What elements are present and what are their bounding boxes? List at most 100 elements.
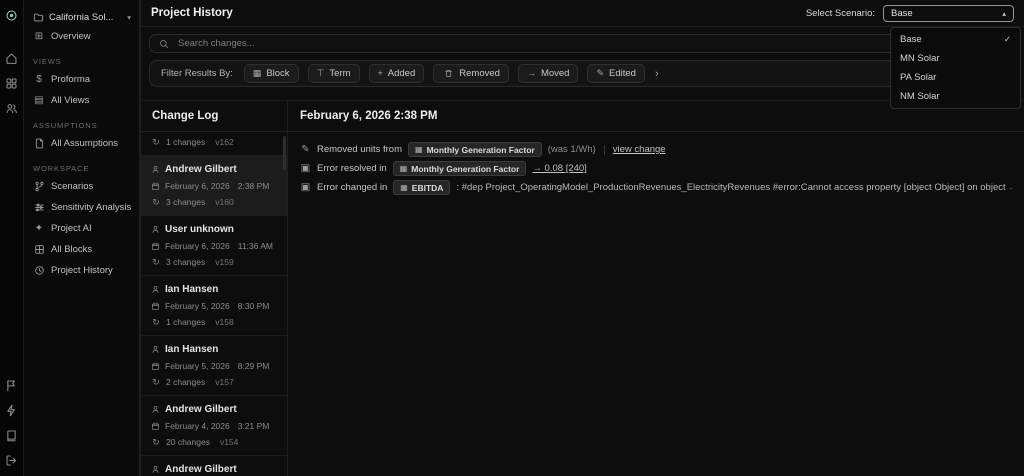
assistant-icon[interactable] [5,403,19,417]
scenario-option-mn-solar[interactable]: MN Solar [891,49,1020,68]
filter-edited-button[interactable]: ✎ Edited [587,64,645,83]
branch-icon [33,181,45,192]
scenario-dropdown: Base ✓ MN Solar PA Solar NM Solar [890,27,1021,109]
changelog-entry[interactable]: Ian Hansen February 5, 2026 8:29 PM ↻ 2 … [141,336,287,396]
changelog-entry-changes: 20 changes [166,437,210,447]
sidebar-section-workspace: WORKSPACE [33,164,90,173]
changelog-entry-date: February 6, 2026 [165,241,230,251]
check-icon: ✓ [1003,34,1011,44]
changelog-entry-author: Andrew Gilbert [165,464,237,475]
user-icon [151,225,160,234]
sidebar-item-project-ai[interactable]: ✦ Project AI [24,218,139,239]
sidebar-section-views: VIEWS [33,57,62,66]
filter-label: Moved [540,68,570,79]
block-chip[interactable]: ▦ Monthly Generation Factor [392,161,527,176]
app-window: California Sol... ▾ ⊞ Overview VIEWS $ P… [0,0,1024,476]
view-change-link[interactable]: view change [613,144,666,155]
project-name: California Sol... [49,12,114,23]
sidebar-item-scenarios[interactable]: Scenarios [24,176,139,197]
changelog-entry-version: v157 [215,377,234,387]
changelog-entry[interactable]: User unknown February 6, 2026 11:36 AM ↻… [141,216,287,276]
home-icon[interactable] [5,51,19,65]
project-selector[interactable]: California Sol... ▾ [24,9,139,26]
changelog-entry[interactable]: Andrew Gilbert February 6, 2026 2:38 PM … [141,156,287,216]
scenario-select-group: Select Scenario: Base ▴ [805,4,1014,22]
changes-icon: ↻ [152,316,160,327]
sidebar-item-label: Proforma [51,74,91,85]
calendar-icon [151,182,160,191]
changelog-entry-changes: 1 changes [166,137,206,147]
changelog-entry[interactable]: Andrew Gilbert [141,456,287,476]
changelog-entry-time: 3:21 PM [237,421,270,431]
scenario-option-base[interactable]: Base ✓ [891,30,1020,49]
block-chip[interactable]: ▦ Monthly Generation Factor [408,142,542,157]
changelog-scrollbar[interactable] [283,136,286,170]
sidebar-item-proforma[interactable]: $ Proforma [24,69,139,90]
sidebar-item-all-blocks[interactable]: All Blocks [24,239,139,260]
changelog-entry-author: Ian Hansen [165,284,219,295]
document-icon [33,138,45,149]
folder-icon [32,12,44,23]
filter-added-button[interactable]: + Added [368,64,425,83]
error-changed-icon: ▣ [300,181,311,193]
resolved-value-link[interactable]: → 0.08 [240] [532,163,586,174]
scenario-option-nm-solar[interactable]: NM Solar [891,87,1020,106]
changelog-entry-changes: 3 changes [166,197,206,207]
scenario-option-label: PA Solar [900,72,937,83]
filter-removed-button[interactable]: Removed [433,64,509,83]
sidebar-item-sensitivity-analysis[interactable]: Sensitivity Analysis [24,197,139,218]
changes-icon: ↻ [152,376,160,387]
filter-bar: Filter Results By: ▦ Block ⊤ Term + Adde… [149,60,1013,87]
logout-icon[interactable] [5,453,19,467]
app-logo[interactable] [5,8,19,22]
scenario-select-label: Select Scenario: [805,7,875,19]
scenario-option-label: MN Solar [900,53,940,64]
scenario-select-value: Base [891,7,913,19]
changes-icon: ↻ [152,136,160,147]
change-action: Error changed in [317,182,388,193]
trash-icon [442,69,454,78]
change-row: ✎ Removed units from ▦ Monthly Generatio… [288,140,1024,159]
changelog-entry-time: 8:29 PM [237,361,270,371]
changelog-entry-version: v160 [215,197,234,207]
changelog-entry-changes: 2 changes [166,377,206,387]
changelog-entry-changes: 1 changes [166,317,206,327]
chevron-down-icon: ▾ [127,13,131,22]
filter-label: Edited [609,68,636,79]
sidebar-item-label: All Blocks [51,244,93,255]
filter-label: Added [387,68,416,79]
search-input[interactable] [176,37,1004,50]
changelog-entry[interactable]: Ian Hansen February 5, 2026 8:30 PM ↻ 1 … [141,276,287,336]
sidebar-item-label: Project History [51,265,113,276]
filter-block-button[interactable]: ▦ Block [243,64,299,83]
user-icon [151,345,160,354]
block-chip[interactable]: ▦ EBITDA [393,180,451,195]
calendar-icon [151,362,160,371]
change-row: ▣ Error resolved in ▦ Monthly Generation… [288,159,1024,178]
projects-icon[interactable] [5,76,19,90]
sidebar-item-all-assumptions[interactable]: All Assumptions [24,133,139,154]
changelog-entry-date: February 4, 2026 [165,421,230,431]
changelog-entry-version: v154 [219,437,239,447]
scenario-option-pa-solar[interactable]: PA Solar [891,68,1020,87]
changelog-entry-partial[interactable]: ↻ 1 changes v162 [141,132,287,156]
user-icon [151,285,160,294]
filter-moved-button[interactable]: → Moved [517,64,579,83]
scenario-option-label: NM Solar [900,91,940,102]
feedback-icon[interactable] [5,378,19,392]
scenario-select[interactable]: Base ▴ [883,4,1014,22]
sidebar-item-all-views[interactable]: ▤ All Views [24,90,139,111]
rail-bottom-group [5,378,19,467]
left-rail [0,0,24,476]
search-bar [149,34,1013,53]
docs-icon[interactable] [5,428,19,442]
changelog-entry-author: Andrew Gilbert [165,164,237,175]
sidebar-item-project-history[interactable]: Project History [24,260,139,281]
changelog-entry[interactable]: Andrew Gilbert February 4, 2026 3:21 PM … [141,396,287,456]
pencil-icon: ✎ [301,143,310,155]
users-icon[interactable] [5,101,19,115]
filter-more-chevron-icon[interactable]: › [655,68,659,80]
sidebar-item-overview[interactable]: ⊞ Overview [24,26,139,47]
page-title: Project History [151,7,233,19]
filter-term-button[interactable]: ⊤ Term [307,64,360,83]
